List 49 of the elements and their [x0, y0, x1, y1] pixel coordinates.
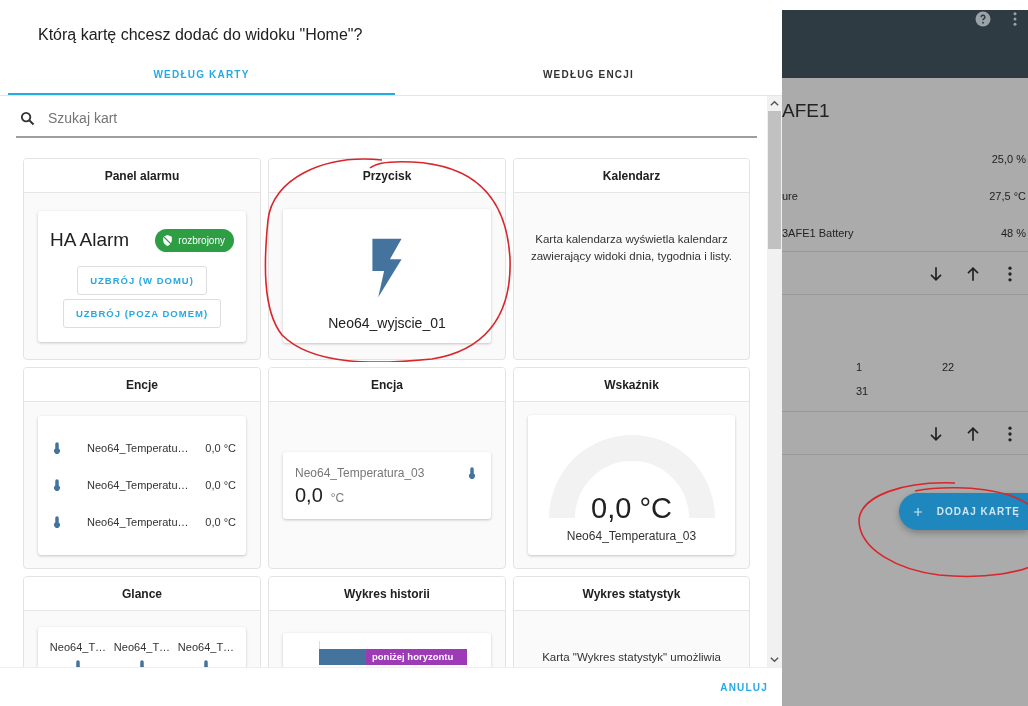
unit-label: °C: [330, 490, 345, 505]
entity-name: Neo64_Temperatu…: [87, 479, 190, 491]
calendar-cell-text: 22: [942, 361, 956, 373]
calendar-cell-text: 31: [856, 385, 870, 397]
card-title: Encja: [371, 377, 403, 392]
entity-name: Neo64_wyjscie_01: [328, 315, 446, 331]
entity-value: 27,5 °C: [989, 189, 1026, 202]
entity-name: Neo64_T…: [177, 641, 235, 653]
entity-value: 0,0 °C: [205, 516, 236, 528]
entity-name: Neo64_T…: [49, 641, 107, 653]
entity-name: Neo64_Temperatu…: [87, 442, 190, 454]
dialog-title: Którą kartę chcesz dodać do widoku "Home"?: [37, 25, 364, 45]
entity-name: Neo64_Temperatura_03: [566, 529, 697, 543]
card-option[interactable]: Wykres historii poniżej horyzontu: [268, 576, 506, 667]
search-field[interactable]: Szukaj kart: [46, 109, 757, 127]
card-title: Wykres statystyk: [582, 586, 681, 601]
entity-value: 48 %: [1000, 226, 1026, 239]
card-option[interactable]: Kalendarz Karta kalendarza wyświetla kalendarz zawierający widoki dnia, tygodnia i listy.: [513, 158, 750, 360]
card-title: Panel alarmu: [104, 168, 180, 183]
entity-value: 0,0 °C: [205, 479, 236, 491]
card-title: Kalendarz: [602, 168, 661, 183]
card-description: Karta "Wykres statystyk" umożliwia: [542, 650, 721, 665]
card-title: Glance: [122, 586, 162, 601]
card-title: Wskaźnik: [604, 377, 659, 392]
alarm-name: HA Alarm: [50, 229, 130, 251]
entity-name: 3AFE1 Battery: [782, 226, 854, 239]
entity-name: ure: [782, 189, 798, 202]
card-option[interactable]: Przycisk Neo64_wyjscie_01: [268, 158, 506, 360]
tab[interactable]: WEDŁUG ENCJI: [395, 55, 782, 95]
card-option[interactable]: Glance Neo64_T… Neo64_T… Neo64_T…: [23, 576, 261, 667]
entity-name: Neo64_T…: [113, 641, 171, 653]
gauge-value: 0,0 °C: [590, 492, 673, 525]
card-title: Encje: [126, 377, 158, 392]
entity-value: 0,0: [295, 483, 323, 507]
entity-name: Neo64_Temperatura_03: [295, 465, 425, 480]
calendar-cell-text: 1: [856, 361, 864, 373]
card-option[interactable]: Encje Neo64_Temperatu… 0,0 °C Neo64_Temperatu… 0,0 °C Neo64_Temperatu… 0,0 °C: [23, 367, 261, 569]
status-badge: rozbrojony: [155, 228, 234, 252]
card-description: Karta kalendarza wyświetla kalendarz zawierający widoki dnia, tygodnia i listy.: [529, 232, 734, 264]
timeline-segment: poniżej horyzontu: [366, 649, 467, 665]
card-option[interactable]: Wskaźnik 0,0 °C Neo64_Temperatura_03: [513, 367, 750, 569]
card-title: AFE1: [782, 99, 831, 123]
entity-name: Neo64_Temperatu…: [87, 516, 190, 528]
entity-value: 25,0 %: [991, 152, 1026, 165]
entity-value: 0,0 °C: [205, 442, 236, 454]
card-title: Przycisk: [362, 168, 412, 183]
card-option[interactable]: Encja Neo64_Temperatura_03 0,0 °C: [268, 367, 506, 569]
card-option[interactable]: Wykres statystyk Karta "Wykres statystyk" umożliwia: [513, 576, 750, 667]
card-title: Wykres historii: [344, 586, 430, 601]
